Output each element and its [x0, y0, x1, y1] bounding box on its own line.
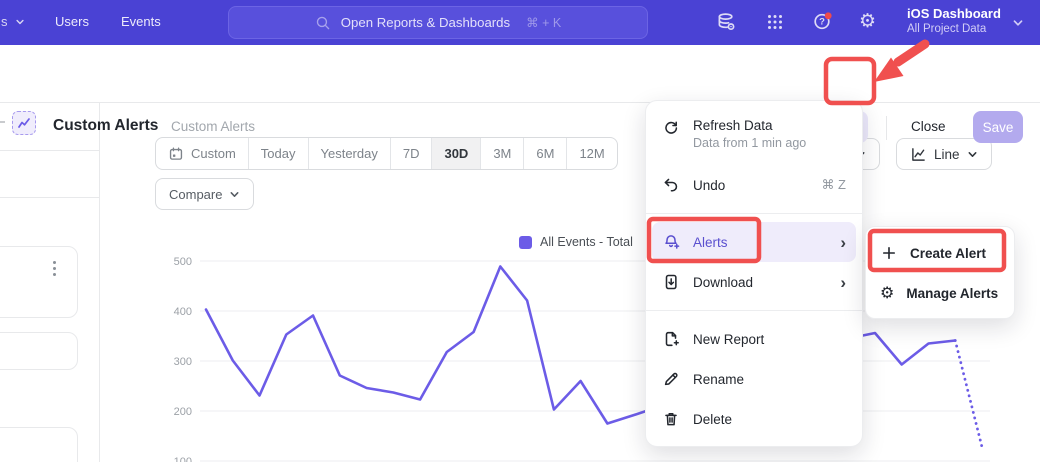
range-3m[interactable]: 3M [480, 138, 523, 169]
apps-button[interactable] [765, 12, 785, 37]
collapsed-edge-fragment [0, 121, 5, 123]
sidebar-card[interactable] [0, 246, 78, 318]
close-button[interactable]: Close [911, 119, 946, 134]
menu-item-delete[interactable]: Delete [646, 399, 862, 439]
line-chart-icon [910, 146, 927, 163]
breadcrumb: Custom Alerts [171, 119, 255, 134]
sidebar-row-divider [0, 197, 99, 198]
menu-item-sublabel: Data from 1 min ago [693, 136, 806, 150]
search-icon [315, 15, 331, 31]
legend-label: All Events - Total [540, 235, 633, 249]
range-7d[interactable]: 7D [390, 138, 432, 169]
new-report-icon [662, 330, 680, 348]
menu-divider [646, 310, 862, 311]
download-icon [662, 273, 680, 291]
chevron-down-icon [967, 149, 978, 160]
menu-item-refresh-data[interactable]: Refresh Data Data from 1 min ago [646, 109, 862, 165]
menu-item-undo[interactable]: Undo ⌘ Z [646, 165, 862, 205]
menu-item-rename[interactable]: Rename [646, 359, 862, 399]
sidebar-row-divider [0, 150, 99, 151]
menu-item-label: Alerts [693, 235, 728, 250]
submenu-item-label: Create Alert [910, 246, 986, 261]
nav-item-users[interactable]: Users [55, 14, 89, 29]
menu-item-new-report[interactable]: New Report [646, 319, 862, 359]
sidebar-divider [99, 103, 100, 462]
trash-icon [662, 410, 680, 428]
plus-icon [880, 244, 898, 262]
menu-item-alerts[interactable]: Alerts › [652, 222, 856, 262]
range-today[interactable]: Today [248, 138, 308, 169]
range-custom[interactable]: Custom [156, 138, 248, 169]
compare-button[interactable]: Compare [155, 178, 254, 210]
project-title: iOS Dashboard [907, 6, 1007, 22]
date-range-control: Custom Today Yesterday 7D 30D 3M 6M 12M [155, 137, 618, 170]
search-shortcut: ⌘ + K [526, 15, 561, 30]
page-title: Custom Alerts [53, 117, 158, 135]
pencil-icon [662, 370, 680, 388]
search-input[interactable]: Open Reports & Dashboards ⌘ + K [228, 6, 648, 39]
bell-plus-icon [662, 233, 680, 251]
svg-text:500: 500 [174, 256, 192, 268]
chart-type-button[interactable]: Line [896, 138, 992, 170]
chevron-right-icon: › [840, 234, 846, 251]
gear-icon: ⚙ [859, 10, 876, 32]
database-icon [716, 12, 736, 32]
menu-divider [646, 213, 862, 214]
notification-badge [825, 12, 832, 19]
chevron-down-icon [1012, 17, 1024, 29]
menu-item-label: Undo [693, 178, 725, 193]
svg-text:300: 300 [174, 356, 192, 368]
nav-truncated-item[interactable]: s [1, 14, 25, 29]
chart-legend: All Events - Total [519, 235, 633, 249]
menu-item-label: New Report [693, 332, 764, 347]
submenu-item-manage-alerts[interactable]: ⚙ Manage Alerts [866, 273, 1014, 313]
legend-swatch [519, 236, 532, 249]
report-type-icon [12, 111, 36, 135]
sidebar-card[interactable] [0, 332, 78, 370]
sidebar-card[interactable] [0, 427, 78, 462]
refresh-icon [662, 119, 680, 137]
calendar-icon [168, 146, 184, 162]
menu-item-label: Rename [693, 372, 744, 387]
gear-icon: ⚙ [880, 284, 894, 302]
range-12m[interactable]: 12M [566, 138, 616, 169]
chevron-down-icon [229, 189, 240, 200]
chevron-right-icon: › [840, 274, 846, 291]
help-icon: ? [812, 11, 833, 32]
search-placeholder: Open Reports & Dashboards [341, 15, 510, 30]
menu-item-download[interactable]: Download › [646, 262, 862, 302]
nav-item-events[interactable]: Events [121, 14, 161, 29]
undo-icon [662, 176, 680, 194]
menu-item-shortcut: ⌘ Z [821, 177, 846, 193]
top-nav: s Users Events Open Reports & Dashboards… [0, 0, 1040, 45]
submenu-item-label: Manage Alerts [906, 286, 998, 301]
help-button[interactable]: ? [812, 11, 833, 32]
data-management-button[interactable] [716, 12, 736, 32]
svg-text:400: 400 [174, 306, 192, 318]
range-30d-selected[interactable]: 30D [431, 138, 480, 169]
kebab-menu-icon[interactable] [53, 261, 56, 276]
header-divider [886, 116, 887, 140]
menu-item-label: Refresh Data [693, 118, 806, 133]
submenu-item-create-alert[interactable]: Create Alert [866, 233, 1014, 273]
range-yesterday[interactable]: Yesterday [308, 138, 390, 169]
settings-button[interactable]: ⚙ [859, 12, 876, 31]
svg-text:200: 200 [174, 406, 192, 418]
project-selector[interactable]: iOS Dashboard All Project Data [907, 6, 1007, 37]
apps-grid-icon [765, 12, 785, 32]
range-6m[interactable]: 6M [523, 138, 566, 169]
save-button[interactable]: Save [973, 111, 1023, 143]
mini-line-chart-icon [17, 116, 31, 130]
svg-text:100: 100 [174, 456, 192, 462]
svg-text:?: ? [819, 17, 825, 28]
menu-item-label: Delete [693, 412, 732, 427]
app-window: 100 200 300 400 500 All Events - Total Custo… [0, 0, 1040, 462]
more-dropdown-menu: Refresh Data Data from 1 min ago Undo ⌘ … [645, 100, 863, 447]
alerts-submenu: Create Alert ⚙ Manage Alerts [865, 226, 1015, 319]
menu-item-label: Download [693, 275, 753, 290]
chevron-down-icon [15, 17, 25, 27]
project-subtitle: All Project Data [907, 22, 1007, 37]
report-header: Custom Alerts Custom Alerts GV Duplicate… [0, 45, 1040, 103]
